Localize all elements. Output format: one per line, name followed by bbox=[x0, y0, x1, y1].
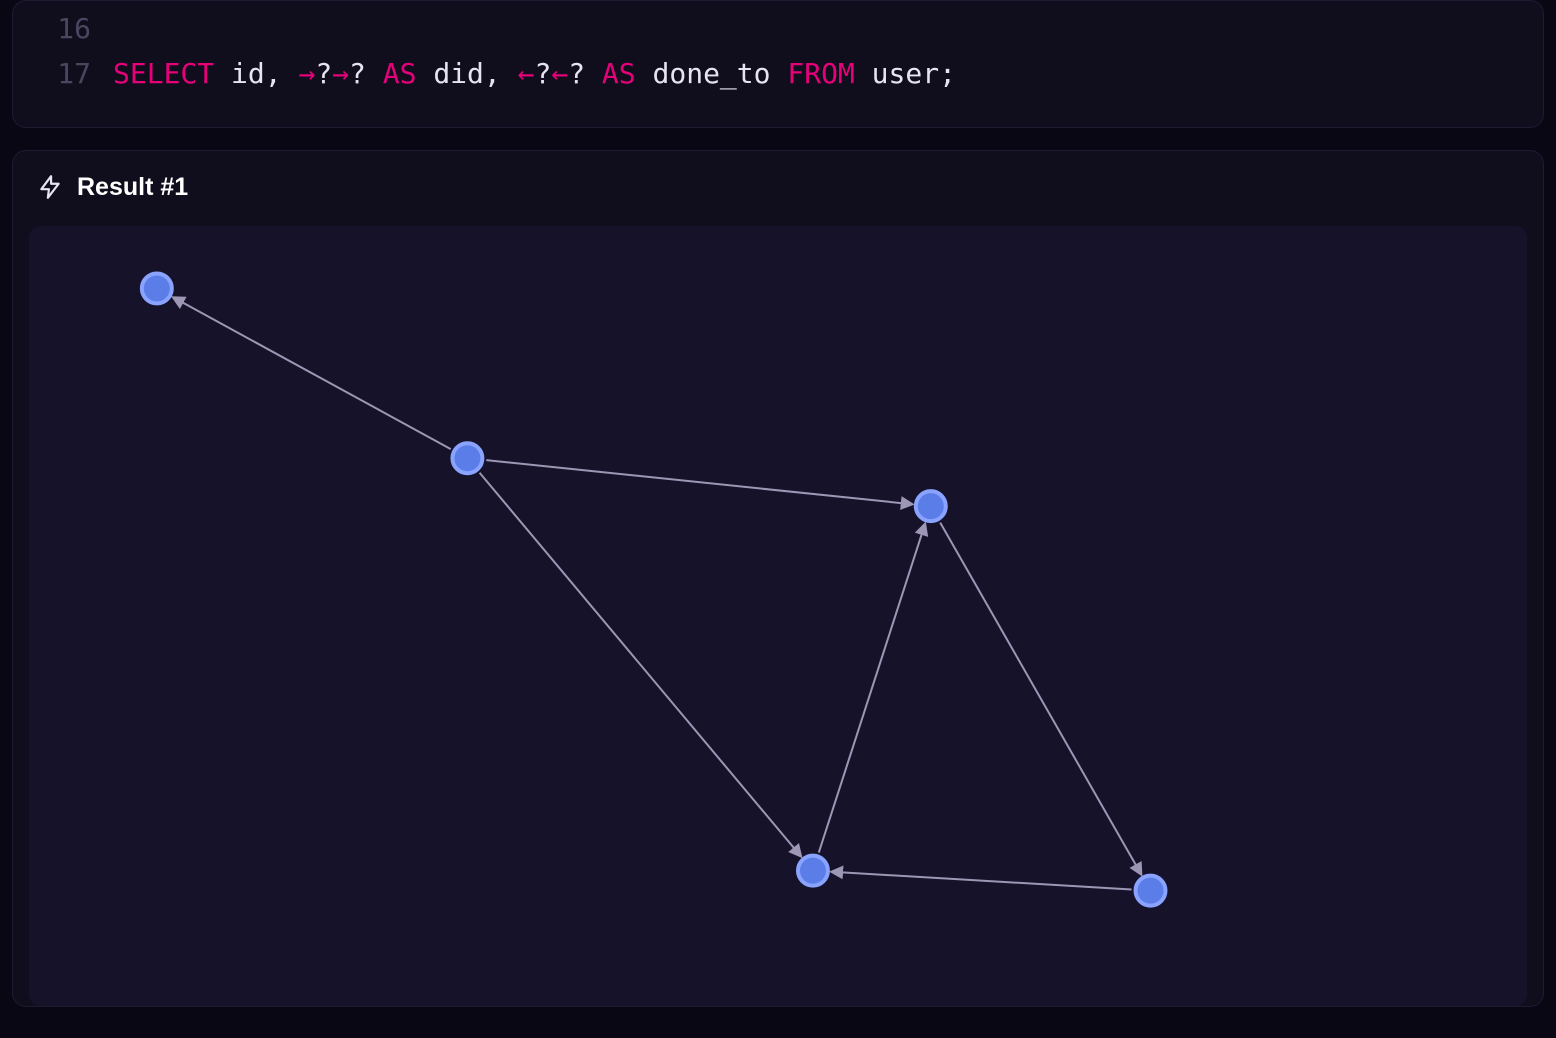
token-kw: SELECT bbox=[113, 57, 214, 90]
token-kw: FROM bbox=[787, 57, 854, 90]
graph-edge[interactable] bbox=[486, 460, 912, 504]
token-qm: ? bbox=[568, 57, 602, 90]
token-ident: done_to bbox=[636, 57, 788, 90]
result-header: Result #1 bbox=[13, 173, 1543, 226]
token-op: ← bbox=[551, 57, 568, 90]
token-ident: id bbox=[214, 57, 265, 90]
graph-visualization[interactable] bbox=[29, 226, 1527, 1006]
graph-edge[interactable] bbox=[173, 297, 450, 449]
token-op: → bbox=[298, 57, 315, 90]
token-kw: AS bbox=[602, 57, 636, 90]
token-ident: did bbox=[416, 57, 483, 90]
graph-node[interactable] bbox=[452, 443, 482, 473]
token-punct: , bbox=[265, 57, 299, 90]
graph-edge[interactable] bbox=[832, 871, 1132, 889]
graph-node[interactable] bbox=[798, 855, 828, 885]
result-panel: Result #1 bbox=[12, 150, 1544, 1007]
graph-node[interactable] bbox=[142, 273, 172, 303]
graph-canvas[interactable] bbox=[29, 226, 1527, 1006]
lightning-icon bbox=[37, 174, 63, 200]
graph-node[interactable] bbox=[1136, 875, 1166, 905]
code-editor-panel[interactable]: 1617SELECT id, →?→? AS did, ←?←? AS done… bbox=[12, 0, 1544, 128]
token-qm: ? bbox=[534, 57, 551, 90]
code-line[interactable]: 16 bbox=[13, 7, 1543, 52]
graph-node[interactable] bbox=[916, 491, 946, 521]
token-qm: ? bbox=[315, 57, 332, 90]
result-title: Result #1 bbox=[77, 173, 188, 202]
token-ident: user bbox=[855, 57, 939, 90]
code-source[interactable]: SELECT id, →?→? AS did, ←?←? AS done_to … bbox=[113, 52, 956, 97]
graph-edge[interactable] bbox=[480, 472, 801, 855]
graph-edge[interactable] bbox=[819, 524, 925, 852]
token-punct: ; bbox=[939, 57, 956, 90]
token-op: → bbox=[332, 57, 349, 90]
line-number: 17 bbox=[13, 52, 113, 97]
token-kw: AS bbox=[383, 57, 417, 90]
graph-edge[interactable] bbox=[940, 522, 1141, 874]
line-number: 16 bbox=[13, 7, 113, 52]
app-root: 1617SELECT id, →?→? AS did, ←?←? AS done… bbox=[0, 0, 1556, 1038]
token-op: ← bbox=[518, 57, 535, 90]
code-line[interactable]: 17SELECT id, →?→? AS did, ←?←? AS done_t… bbox=[13, 52, 1543, 97]
token-qm: ? bbox=[349, 57, 383, 90]
token-punct: , bbox=[484, 57, 518, 90]
